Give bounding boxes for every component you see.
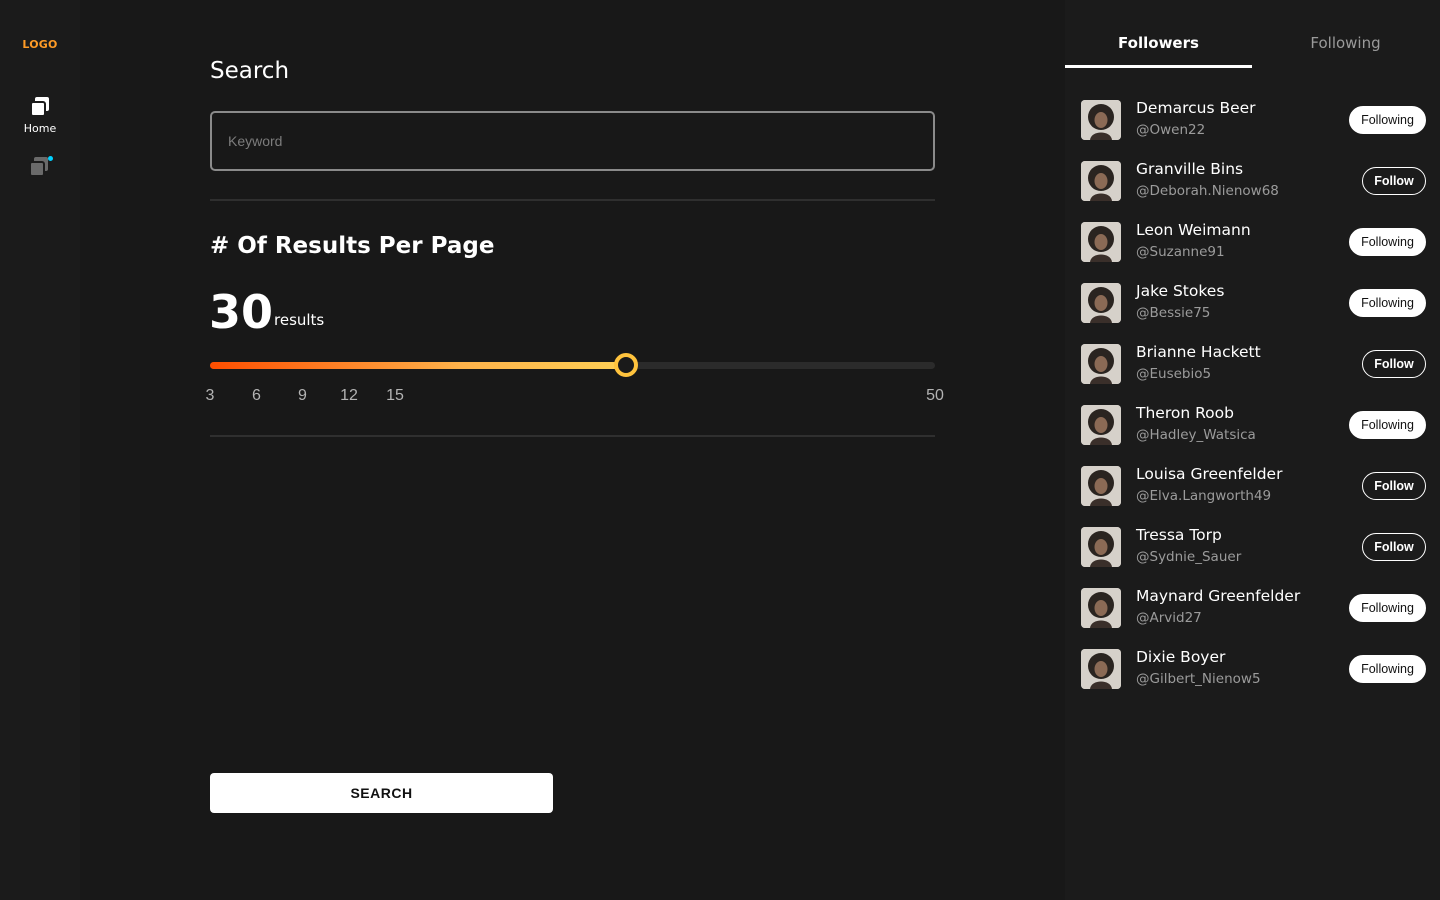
avatar-photo-icon [1081, 405, 1121, 445]
results-unit: results [274, 311, 325, 329]
follow-button[interactable]: Follow [1362, 350, 1426, 378]
avatar-photo-icon [1081, 466, 1121, 506]
main-content: Search # Of Results Per Page 30 results … [80, 0, 1065, 900]
following-button[interactable]: Following [1349, 594, 1426, 622]
user-name[interactable]: Maynard Greenfelder [1136, 587, 1300, 605]
page-title: Search [210, 58, 290, 84]
list-item[interactable]: Brianne Hackett @Eusebio5 Follow [1065, 342, 1440, 403]
slider-tick-label: 50 [926, 387, 944, 404]
user-name[interactable]: Dixie Boyer [1136, 648, 1225, 666]
avatar-photo-icon [1081, 100, 1121, 140]
slider-tick-label: 3 [205, 387, 215, 404]
list-item[interactable]: Demarcus Beer @Owen22 Following [1065, 98, 1440, 159]
user-name[interactable]: Brianne Hackett [1136, 343, 1261, 361]
user-list: Demarcus Beer @Owen22 Following Granville B… [1065, 98, 1440, 708]
slider-tick-label: 15 [386, 387, 404, 404]
user-name[interactable]: Leon Weimann [1136, 221, 1251, 239]
user-handle: @Arvid27 [1136, 610, 1202, 626]
user-name[interactable]: Jake Stokes [1136, 282, 1224, 300]
user-name[interactable]: Demarcus Beer [1136, 99, 1256, 117]
tab-followers[interactable]: Followers [1065, 34, 1252, 52]
avatar[interactable] [1081, 527, 1121, 567]
avatar-photo-icon [1081, 161, 1121, 201]
notification-dot [48, 156, 53, 161]
slider-tick-label: 6 [252, 387, 261, 404]
logo[interactable]: LOGO [0, 38, 80, 51]
results-slider[interactable] [210, 353, 935, 377]
avatar[interactable] [1081, 344, 1121, 384]
avatar[interactable] [1081, 161, 1121, 201]
user-name[interactable]: Louisa Greenfelder [1136, 465, 1282, 483]
list-item[interactable]: Maynard Greenfelder @Arvid27 Following [1065, 586, 1440, 647]
sidebar-nav: LOGO Home [0, 0, 80, 900]
following-button[interactable]: Following [1349, 289, 1426, 317]
nav-item-home-label: Home [23, 122, 57, 135]
follow-button[interactable]: Follow [1362, 167, 1426, 195]
avatar[interactable] [1081, 466, 1121, 506]
divider [210, 199, 935, 201]
user-name[interactable]: Granville Bins [1136, 160, 1243, 178]
avatar[interactable] [1081, 100, 1121, 140]
follow-button[interactable]: Follow [1362, 472, 1426, 500]
user-handle: @Deborah.Nienow68 [1136, 183, 1279, 199]
results-count: 30 [209, 285, 274, 339]
user-name[interactable]: Tressa Torp [1136, 526, 1222, 544]
slider-tick-label: 9 [298, 387, 307, 404]
followers-panel: Followers Following Demarcus Beer @Owen22… [1065, 0, 1440, 900]
user-name[interactable]: Theron Roob [1136, 404, 1234, 422]
avatar[interactable] [1081, 283, 1121, 323]
user-handle: @Sydnie_Sauer [1136, 549, 1242, 565]
stacked-squares-icon [30, 97, 49, 117]
list-item[interactable]: Dixie Boyer @Gilbert_Nienow5 Following [1065, 647, 1440, 708]
user-handle: @Gilbert_Nienow5 [1136, 671, 1261, 687]
slider-tick-label: 12 [340, 387, 358, 404]
following-button[interactable]: Following [1349, 228, 1426, 256]
list-item[interactable]: Tressa Torp @Sydnie_Sauer Follow [1065, 525, 1440, 586]
search-button[interactable]: SEARCH [210, 773, 553, 813]
avatar-photo-icon [1081, 344, 1121, 384]
slider-fill [210, 362, 627, 369]
following-button[interactable]: Following [1349, 106, 1426, 134]
tab-bar: Followers Following [1065, 0, 1440, 68]
user-handle: @Owen22 [1136, 122, 1206, 138]
results-per-page-title: # Of Results Per Page [210, 233, 495, 259]
list-item[interactable]: Granville Bins @Deborah.Nienow68 Follow [1065, 159, 1440, 220]
user-handle: @Elva.Langworth49 [1136, 488, 1272, 504]
avatar[interactable] [1081, 222, 1121, 262]
avatar[interactable] [1081, 649, 1121, 689]
follow-button[interactable]: Follow [1362, 533, 1426, 561]
keyword-input[interactable] [210, 111, 935, 171]
avatar-photo-icon [1081, 222, 1121, 262]
list-item[interactable]: Jake Stokes @Bessie75 Following [1065, 281, 1440, 342]
list-item[interactable]: Leon Weimann @Suzanne91 Following [1065, 220, 1440, 281]
list-item[interactable]: Louisa Greenfelder @Elva.Langworth49 Follo… [1065, 464, 1440, 525]
nav-item-collections[interactable] [28, 154, 54, 182]
user-handle: @Bessie75 [1136, 305, 1211, 321]
following-button[interactable]: Following [1349, 655, 1426, 683]
avatar[interactable] [1081, 588, 1121, 628]
nav-item-home[interactable]: Home [0, 96, 80, 140]
following-button[interactable]: Following [1349, 411, 1426, 439]
divider [210, 435, 935, 437]
user-handle: @Hadley_Watsica [1136, 427, 1256, 443]
user-handle: @Eusebio5 [1136, 366, 1212, 382]
user-handle: @Suzanne91 [1136, 244, 1225, 260]
slider-thumb[interactable] [614, 353, 639, 377]
avatar-photo-icon [1081, 283, 1121, 323]
tab-following[interactable]: Following [1252, 34, 1439, 52]
avatar[interactable] [1081, 405, 1121, 445]
avatar-photo-icon [1081, 588, 1121, 628]
avatar-photo-icon [1081, 527, 1121, 567]
avatar-photo-icon [1081, 649, 1121, 689]
list-item[interactable]: Theron Roob @Hadley_Watsica Following [1065, 403, 1440, 464]
active-tab-indicator [1065, 65, 1252, 68]
